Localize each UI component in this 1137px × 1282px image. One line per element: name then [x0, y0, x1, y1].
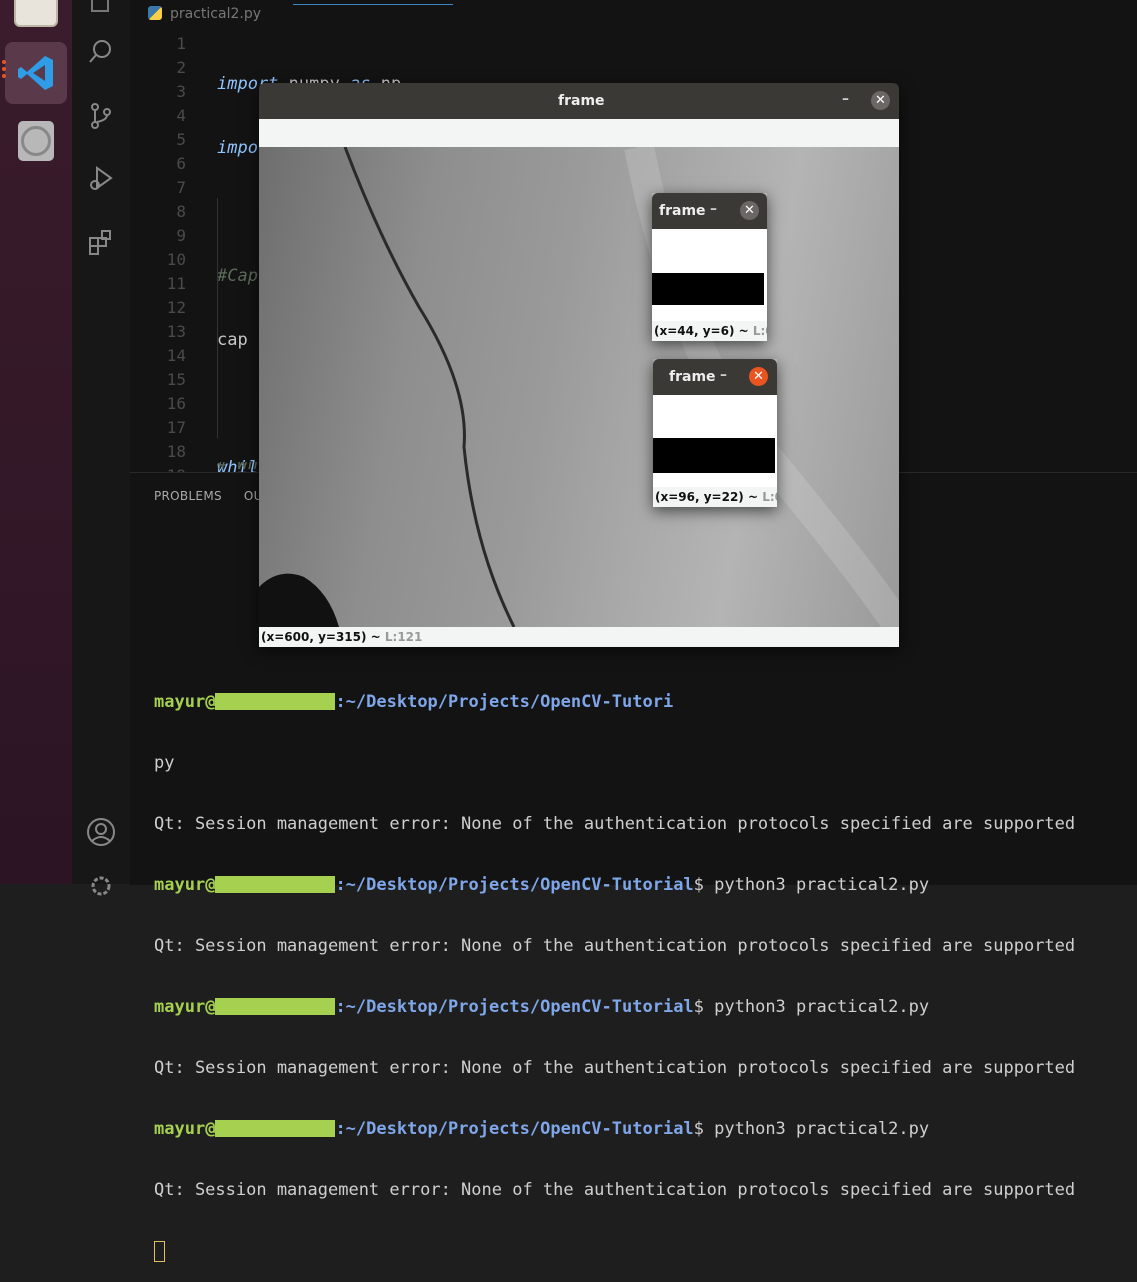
close-button[interactable]: ✕	[749, 367, 768, 386]
line-number: 1	[176, 34, 186, 53]
editor-tab[interactable]: practical2.py	[148, 6, 261, 22]
line-number: 9	[176, 226, 186, 245]
opencv-window-small-1[interactable]: frame – ✕ (x=44, y=6) ~ L:0	[652, 193, 767, 341]
pixel-level: L:0	[762, 490, 777, 504]
line-number: 5	[176, 130, 186, 149]
camera-frame-image	[259, 147, 899, 627]
code-line-19: # Wh	[217, 462, 258, 472]
line-number: 18	[166, 442, 186, 461]
line-number-gutter: 12345678910111213141516171819	[150, 32, 186, 488]
terminal-line: mayur@:~/Desktop/Projects/OpenCV-Tutori	[154, 692, 674, 712]
redacted-hostname	[215, 1120, 336, 1137]
window-status-bar: (x=96, y=22) ~ L:0	[653, 487, 777, 507]
minimize-button[interactable]: –	[720, 367, 727, 383]
terminal-line: Qt: Session management error: None of th…	[154, 1058, 1076, 1078]
window-status-bar: (x=44, y=6) ~ L:0	[652, 321, 767, 341]
line-number: 16	[166, 394, 186, 413]
line-number: 14	[166, 346, 186, 365]
window-titlebar[interactable]: frame – ✕	[653, 359, 777, 395]
redacted-hostname	[215, 998, 336, 1015]
terminal-line: Qt: Session management error: None of th…	[154, 814, 1076, 834]
terminal-line: Qt: Session management error: None of th…	[154, 936, 1076, 956]
settings-icon[interactable]	[85, 870, 117, 902]
redacted-hostname	[215, 876, 336, 893]
minimize-button[interactable]: –	[842, 91, 849, 107]
terminal-line	[154, 1241, 1075, 1262]
search-icon[interactable]	[85, 36, 117, 68]
opencv-window-main[interactable]: frame – ✕ (x=600, y=315) ~ L:121	[259, 83, 899, 647]
window-title: frame	[659, 203, 706, 219]
close-button[interactable]: ✕	[740, 201, 759, 220]
source-control-icon[interactable]	[85, 100, 117, 132]
terminal-line: mayur@:~/Desktop/Projects/OpenCV-Tutoria…	[154, 1119, 930, 1139]
line-number: 2	[176, 58, 186, 77]
explorer-icon[interactable]	[85, 0, 117, 18]
line-number: 11	[166, 274, 186, 293]
terminal-line: Qt: Session management error: None of th…	[154, 1180, 1076, 1200]
line-number: 13	[166, 322, 186, 341]
tab-underline	[293, 4, 453, 5]
terminal-line: mayur@:~/Desktop/Projects/OpenCV-Tutoria…	[154, 875, 930, 895]
run-debug-icon[interactable]	[85, 162, 117, 194]
window-toolbar-area	[259, 119, 899, 147]
line-number: 6	[176, 154, 186, 173]
extensions-icon[interactable]	[85, 226, 117, 258]
window-status-bar: (x=600, y=315) ~ L:121	[259, 627, 899, 647]
vscode-icon[interactable]	[2, 42, 67, 104]
account-icon[interactable]	[85, 816, 117, 848]
terminal-line: mayur@:~/Desktop/Projects/OpenCV-Tutoria…	[154, 997, 930, 1017]
pixel-level: L:0	[752, 324, 767, 338]
window-titlebar[interactable]: frame – ✕	[652, 193, 767, 229]
line-number: 4	[176, 106, 186, 125]
frame-image	[653, 395, 777, 487]
line-number: 3	[176, 82, 186, 101]
line-number: 15	[166, 370, 186, 389]
activity-bar	[72, 0, 130, 896]
terminal[interactable]: mayur@:~/Desktop/Projects/OpenCV-Tutori …	[154, 652, 1075, 1282]
tab-problems[interactable]: PROBLEMS	[154, 489, 222, 503]
opencv-window-small-2[interactable]: frame – ✕ (x=96, y=22) ~ L:0	[653, 359, 777, 507]
window-title: frame	[669, 369, 716, 385]
line-number: 7	[176, 178, 186, 197]
line-number: 12	[166, 298, 186, 317]
cursor-coords: (x=96, y=22) ~	[655, 490, 763, 504]
window-title: frame	[558, 93, 605, 109]
cursor-coords: (x=44, y=6) ~	[654, 324, 753, 338]
terminal-cursor	[154, 1241, 165, 1262]
terminal-line: py	[154, 753, 175, 773]
ubuntu-dock	[0, 0, 72, 884]
window-titlebar[interactable]: frame – ✕	[259, 83, 899, 119]
line-number: 8	[176, 202, 186, 221]
frame-image	[652, 229, 767, 321]
indent-guide	[217, 198, 218, 438]
python-icon	[148, 6, 162, 20]
close-button[interactable]: ✕	[871, 91, 890, 110]
disc-icon[interactable]	[5, 110, 67, 172]
files-icon[interactable]	[5, 0, 67, 36]
redacted-hostname	[215, 693, 336, 710]
tab-label: practical2.py	[170, 6, 261, 22]
line-number: 10	[166, 250, 186, 269]
cursor-coords: (x=600, y=315) ~	[261, 630, 385, 644]
line-number: 17	[166, 418, 186, 437]
pixel-level: L:121	[384, 630, 423, 644]
minimize-button[interactable]: –	[710, 201, 717, 217]
